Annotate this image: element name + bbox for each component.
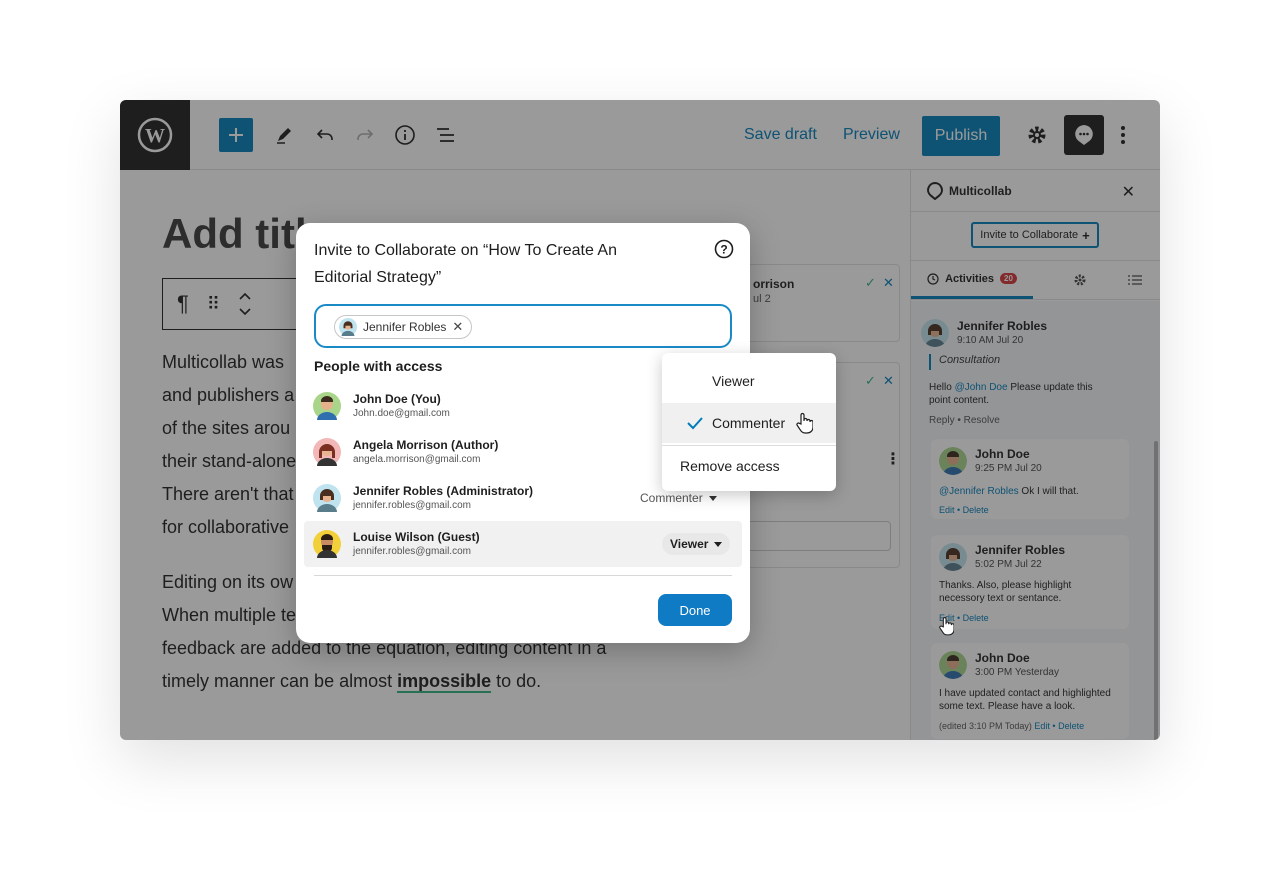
avatar [339,318,357,336]
person-name: Louise Wilson (Guest) [353,530,480,544]
person-name: Angela Morrison (Author) [353,438,499,452]
help-icon[interactable]: ? [714,239,734,259]
modal-title: Invite to Collaborate on “How To Create … [314,242,617,286]
menu-item-viewer[interactable]: Viewer [662,361,836,401]
done-button[interactable]: Done [658,594,732,626]
check-icon [687,417,703,430]
person-name: Jennifer Robles (Administrator) [353,484,534,498]
role-label: Viewer [670,537,709,551]
avatar [313,530,341,558]
divider [314,575,732,576]
person-email: jennifer.robles@gmail.com [353,546,471,557]
menu-item-label: Commenter [712,415,786,431]
role-select[interactable]: Viewer [662,533,731,555]
remove-chip-icon[interactable]: ✕ [452,319,463,335]
chevron-down-icon [714,541,723,547]
chip-label: Jennifer Robles [363,320,447,334]
avatar [313,392,341,420]
menu-item-commenter[interactable]: Commenter [662,403,836,443]
role-select[interactable]: Commenter [640,491,717,505]
svg-text:?: ? [720,243,727,257]
people-with-access-label: People with access [314,358,443,374]
avatar [313,484,341,512]
role-dropdown-menu: Viewer Commenter Remove access [662,353,836,491]
person-email: angela.morrison@gmail.com [353,454,481,465]
invitee-chip: Jennifer Robles ✕ [334,315,473,339]
person-row: Louise Wilson (Guest) jennifer.robles@gm… [304,521,742,567]
menu-item-remove-access[interactable]: Remove access [662,446,836,486]
chevron-down-icon [708,495,717,501]
person-name: John Doe (You) [353,392,441,406]
person-email: John.doe@gmail.com [353,408,450,419]
role-label: Commenter [640,491,703,505]
invite-input[interactable]: Jennifer Robles ✕ [314,304,732,348]
person-email: jennifer.robles@gmail.com [353,500,471,511]
avatar [313,438,341,466]
hand-cursor-icon [796,412,814,434]
hand-cursor-icon [939,617,954,636]
